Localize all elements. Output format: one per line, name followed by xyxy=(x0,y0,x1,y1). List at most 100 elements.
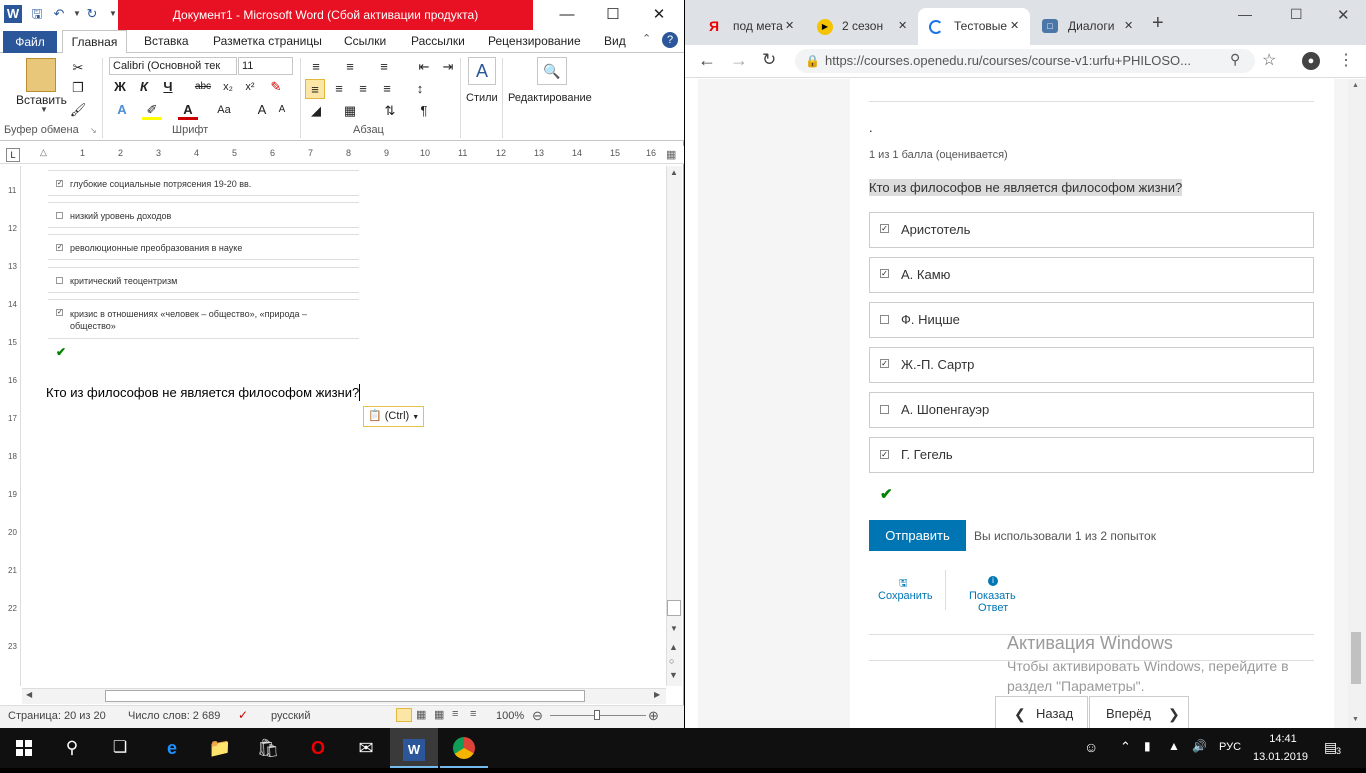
decrease-indent-icon[interactable]: ⇤ xyxy=(414,57,434,77)
reading-view-icon[interactable]: ▦ xyxy=(416,708,426,721)
borders-icon[interactable]: ▦ xyxy=(340,101,360,121)
indent-marker-icon[interactable]: △ xyxy=(40,147,48,163)
answer-option[interactable]: Ф. Ницше xyxy=(869,302,1314,338)
tray-up-icon[interactable]: ⌃ xyxy=(1120,739,1131,755)
answer-checkbox[interactable]: ✓ xyxy=(880,269,889,278)
font-size-field[interactable]: 11 xyxy=(238,57,293,75)
font-name-field[interactable]: Calibri (Основной тек xyxy=(109,57,237,75)
save-icon[interactable]: 🖫 xyxy=(28,5,46,23)
start-button[interactable] xyxy=(0,728,48,768)
submit-button[interactable]: Отправить xyxy=(869,520,966,551)
font-color-icon[interactable]: A xyxy=(178,100,198,120)
view-ruler-icon[interactable]: ▦ xyxy=(666,148,676,161)
align-right-button[interactable]: ≡ xyxy=(353,79,373,99)
scroll-thumb[interactable] xyxy=(667,600,681,616)
draft-icon[interactable]: ≡ xyxy=(470,708,476,720)
browse-object-icon[interactable]: ○ xyxy=(669,656,674,666)
word-taskbar-icon[interactable]: W xyxy=(390,728,438,768)
strikethrough-button[interactable]: abc xyxy=(192,77,214,97)
help-icon[interactable]: ? xyxy=(662,32,678,48)
mail-icon[interactable]: ✉ xyxy=(342,728,390,768)
answer-checkbox[interactable]: ✓ xyxy=(880,224,889,233)
superscript-icon[interactable]: x² xyxy=(240,77,260,97)
new-tab-button[interactable]: + xyxy=(1152,12,1164,35)
task-view-icon[interactable]: ❏ xyxy=(96,728,144,768)
clock-time[interactable]: 14:41 xyxy=(1266,733,1300,745)
browser-tab[interactable]: □ Диалоги ✕ xyxy=(1032,8,1144,45)
people-icon[interactable]: ☺ xyxy=(1084,739,1098,755)
battery-icon[interactable]: ▮ xyxy=(1144,739,1151,753)
status-words[interactable]: Число слов: 2 689 xyxy=(128,710,220,722)
reload-icon[interactable]: ↻ xyxy=(762,50,776,70)
forward-icon[interactable]: → xyxy=(730,50,748,71)
cut-icon[interactable]: ✂ xyxy=(68,58,88,78)
status-page[interactable]: Страница: 20 из 20 xyxy=(8,710,106,722)
print-layout-icon[interactable] xyxy=(396,708,412,722)
show-answer-button[interactable]: Показать xyxy=(969,590,1016,602)
show-answer-button-line2[interactable]: Ответ xyxy=(978,602,1008,614)
zoom-icon[interactable]: ⚲ xyxy=(1230,51,1240,68)
italic-button[interactable]: К xyxy=(134,77,154,97)
tab-references[interactable]: Ссылки xyxy=(340,30,390,53)
save-button[interactable]: Сохранить xyxy=(878,590,933,602)
volume-icon[interactable]: 🔊 xyxy=(1192,739,1207,753)
prev-button[interactable]: ❮ Назад xyxy=(995,696,1088,732)
answer-checkbox[interactable]: ✓ xyxy=(880,450,889,459)
styles-button[interactable]: Стили xyxy=(466,92,498,104)
prev-page-icon[interactable]: ▲ xyxy=(669,642,678,652)
align-center-button[interactable]: ≡ xyxy=(329,79,349,99)
redo-icon[interactable]: ↻ xyxy=(83,5,101,23)
answer-option[interactable]: А. Шопенгауэр xyxy=(869,392,1314,428)
scroll-up-icon[interactable]: ▲ xyxy=(670,168,678,177)
increase-indent-icon[interactable]: ⇥ xyxy=(438,57,458,77)
page-scroll-down-icon[interactable]: ▼ xyxy=(1352,716,1359,723)
tab-insert[interactable]: Вставка xyxy=(140,30,193,53)
scroll-right-icon[interactable]: ▶ xyxy=(654,690,660,699)
browser-tab[interactable]: Я под мета ✕ xyxy=(697,8,805,45)
browser-minimize-button[interactable]: — xyxy=(1238,6,1252,22)
multilevel-list-icon[interactable]: ≡ xyxy=(374,57,394,77)
menu-icon[interactable]: ⋮ xyxy=(1338,50,1354,70)
browser-tab-active[interactable]: Тестовые ✕ xyxy=(918,8,1030,45)
hscroll-thumb[interactable] xyxy=(105,690,585,702)
sort-icon[interactable]: ⇅ xyxy=(380,101,400,121)
answer-checkbox[interactable] xyxy=(880,405,889,414)
tab-selector-icon[interactable]: L xyxy=(6,148,20,162)
grow-font-icon[interactable]: A xyxy=(252,100,272,120)
copy-icon[interactable]: ❐ xyxy=(68,78,88,98)
zoom-thumb[interactable] xyxy=(594,710,600,720)
zoom-in-icon[interactable]: ⊕ xyxy=(648,708,659,724)
subscript-icon[interactable]: x₂ xyxy=(218,77,238,97)
profile-icon[interactable]: ● xyxy=(1302,52,1320,70)
outline-icon[interactable]: ≡ xyxy=(452,708,458,720)
word-app-icon[interactable]: W xyxy=(4,5,22,23)
status-language[interactable]: русский xyxy=(271,710,310,722)
align-left-button[interactable]: ≡ xyxy=(305,79,325,99)
underline-button[interactable]: Ч xyxy=(158,77,178,97)
tab-view[interactable]: Вид xyxy=(600,30,630,53)
numbering-icon[interactable]: ≡ xyxy=(340,57,360,77)
tab-close-icon[interactable]: ✕ xyxy=(898,8,907,45)
text-effects-icon[interactable]: A xyxy=(112,100,132,120)
clear-format-icon[interactable]: ✎ xyxy=(266,77,286,97)
search-icon[interactable]: ⚲ xyxy=(48,728,96,768)
change-case-icon[interactable]: Aa xyxy=(214,100,234,120)
tab-mailings[interactable]: Рассылки xyxy=(407,30,469,53)
explorer-icon[interactable]: 📁 xyxy=(196,728,244,768)
minimize-button[interactable]: — xyxy=(544,0,590,30)
tab-home[interactable]: Главная xyxy=(62,30,127,54)
close-button[interactable]: ✕ xyxy=(636,0,682,30)
zoom-level[interactable]: 100% xyxy=(496,710,524,722)
browser-maximize-button[interactable]: ☐ xyxy=(1290,6,1303,23)
clipboard-launcher-icon[interactable]: ↘ xyxy=(90,126,97,135)
store-icon[interactable]: 🛍 xyxy=(244,728,292,768)
styles-icon[interactable]: A xyxy=(468,57,496,85)
next-page-icon[interactable]: ▼ xyxy=(669,670,678,680)
answer-option[interactable]: Ж.-П. Сартр xyxy=(869,347,1314,383)
binoculars-icon[interactable]: 🔍 xyxy=(537,57,567,85)
tab-layout[interactable]: Разметка страницы xyxy=(209,30,326,53)
line-spacing-icon[interactable]: ↕ xyxy=(410,79,430,99)
maximize-button[interactable]: ☐ xyxy=(590,0,636,30)
highlight-icon[interactable]: ✐ xyxy=(142,100,162,120)
web-layout-icon[interactable]: ▦ xyxy=(434,708,444,721)
